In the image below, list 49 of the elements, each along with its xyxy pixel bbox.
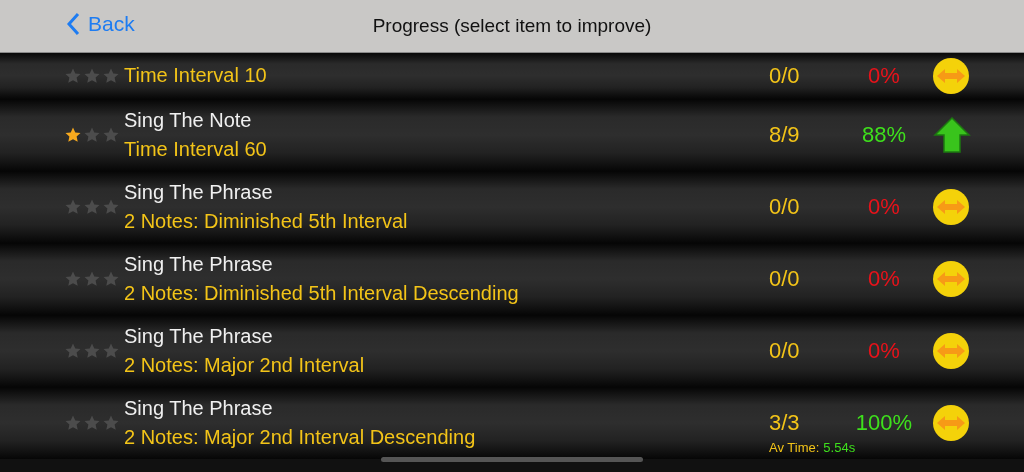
- score-text: 3/3: [769, 410, 800, 436]
- percent-text: 100%: [854, 410, 914, 436]
- score-text: 8/9: [769, 122, 800, 148]
- star-icon: [64, 198, 82, 216]
- progress-row[interactable]: Sing The Phrase 2 Notes: Diminished 5th Interval 0/0 0%: [0, 171, 1024, 243]
- percent-text: 0%: [867, 62, 901, 89]
- percent-text: 0%: [867, 194, 901, 220]
- star-icon: [102, 342, 120, 360]
- star-icon: [83, 126, 101, 144]
- exercise-title: Sing The Phrase: [124, 253, 273, 276]
- percent-text: 0%: [867, 338, 901, 364]
- exercise-subtitle: Time Interval 10: [124, 64, 267, 87]
- score-text: 0/0: [769, 194, 800, 220]
- star-icon: [64, 414, 82, 432]
- progress-row[interactable]: Sing The Note Time Interval 60 8/9 88%: [0, 99, 1024, 171]
- av-time-label: Av Time:: [769, 440, 820, 455]
- star-icon: [102, 198, 120, 216]
- exercise-title: Sing The Phrase: [124, 325, 273, 348]
- star-icon: [83, 342, 101, 360]
- star-icon: [83, 270, 101, 288]
- exercise-subtitle: 2 Notes: Diminished 5th Interval: [124, 210, 408, 233]
- star-icon: [83, 198, 101, 216]
- score-text: 0/0: [769, 62, 800, 89]
- star-icon: [102, 270, 120, 288]
- progress-row[interactable]: Sing The Phrase 2 Notes: Major 2nd Interval 0/0 0%: [0, 315, 1024, 387]
- exercise-subtitle: 2 Notes: Diminished 5th Interval Descending: [124, 282, 519, 305]
- star-icon: [64, 126, 82, 144]
- exercise-title: Sing The Note: [124, 109, 252, 132]
- progress-row[interactable]: Time Interval 10 0/0 0%: [0, 52, 1024, 99]
- percent-text: 88%: [860, 122, 907, 148]
- exercise-subtitle: 2 Notes: Major 2nd Interval Descending: [124, 426, 476, 449]
- av-time-value: 5.54s: [823, 440, 856, 455]
- exercise-subtitle: Time Interval 60: [124, 138, 267, 161]
- star-icon: [102, 126, 120, 144]
- star-icon: [102, 414, 120, 432]
- up-arrow-icon[interactable]: [933, 116, 971, 154]
- chevron-left-icon: [66, 12, 80, 36]
- progress-row[interactable]: Sing The Phrase 2 Notes: Diminished 5th Interval Descending 0/0 0%: [0, 243, 1024, 315]
- exercise-title: Sing The Phrase: [124, 181, 273, 204]
- star-icon: [83, 414, 101, 432]
- exercise-title: Sing The Phrase: [124, 397, 273, 420]
- exercise-subtitle: 2 Notes: Major 2nd Interval: [124, 354, 365, 377]
- screen-title: Progress (select item to improve): [372, 15, 652, 37]
- percent-text: 0%: [867, 266, 901, 292]
- score-text: 0/0: [769, 338, 800, 364]
- star-icon: [64, 270, 82, 288]
- score-text: 0/0: [769, 266, 800, 292]
- star-icon: [64, 342, 82, 360]
- progress-row[interactable]: Sing The Phrase 2 Notes: Major 2nd Interval Descending 3/3 Av Time: 5.54s 100%: [0, 387, 1024, 459]
